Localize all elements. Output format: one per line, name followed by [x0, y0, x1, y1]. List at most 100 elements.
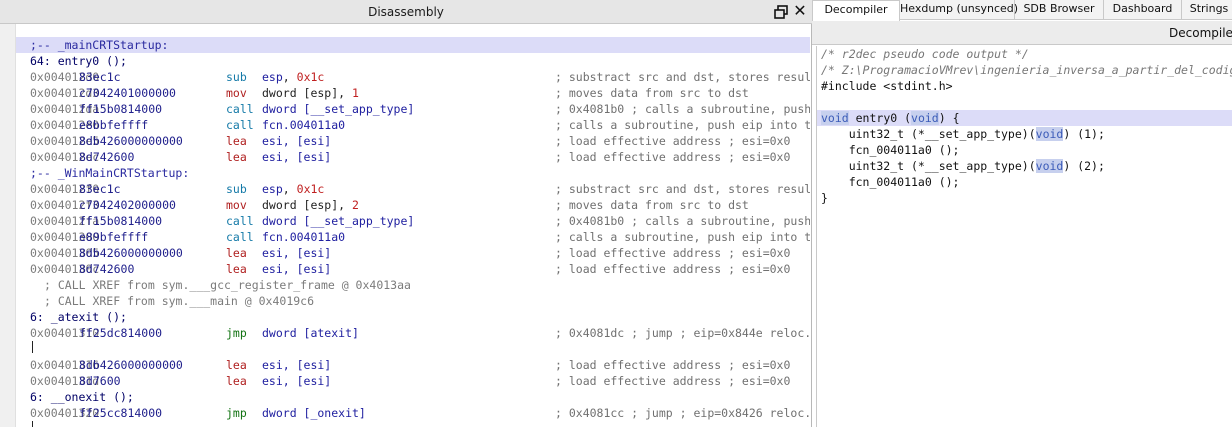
- asm-line[interactable]: 0x004012f0 83ec1c sub esp, 0x1c; substract …: [16, 181, 810, 197]
- instruction-comment: ; load effective address ; esi=0x0: [555, 262, 791, 276]
- instruction-bytes: c7042402000000: [79, 198, 176, 212]
- operand-part: dword [atexit]: [262, 326, 359, 340]
- instruction-bytes: 8d742600: [79, 150, 135, 164]
- instruction-bytes: e8bbfeffff: [79, 118, 149, 132]
- asm-line[interactable]: 0x004012d0 83ec1c sub esp, 0x1c; substract …: [16, 69, 810, 85]
- instruction-comment: ; load effective address ; esi=0x0: [555, 374, 791, 388]
- instruction-mnemonic: lea: [226, 262, 247, 276]
- operand-part: esi, [esi]: [262, 134, 332, 148]
- asm-line[interactable]: 0x004012e0 e8bbfeffff call fcn.004011a0; ca…: [16, 117, 810, 133]
- asm-line[interactable]: ; CALL XREF from sym.___main @ 0x4019c6: [16, 293, 810, 309]
- asm-line[interactable]: 0x004012ec 8d742600 lea esi, [esi]; load ef…: [16, 149, 810, 165]
- asm-line[interactable]: 0x0040131d 8d7600 lea esi, [esi]; load effe…: [16, 373, 810, 389]
- tab-hexdump[interactable]: Hexdump (unsynced): [900, 0, 1018, 20]
- instruction-comment: ; load effective address ; esi=0x0: [555, 150, 791, 164]
- asm-line[interactable]: 0x004012fa ff15b0814000 call dword [__set_a…: [16, 213, 810, 229]
- asm-line[interactable]: 0x00401310 ff25dc814000 jmp dword [atexit];…: [16, 325, 810, 341]
- operand-part: dword [esp],: [262, 198, 353, 212]
- keyword-token: void: [1035, 159, 1064, 173]
- asm-line[interactable]: 0x00401300 e89bfeffff call fcn.004011a0; ca…: [16, 229, 810, 245]
- decompiled-line[interactable]: /* Z:\ProgramacioVMrev\ingenieria_invers…: [817, 62, 1232, 78]
- code-token: fcn_004011a0 ();: [821, 175, 960, 189]
- operand-part: esp: [262, 70, 283, 84]
- decompiler-code[interactable]: /* r2dec pseudo code output */ /* Z:\Prog…: [816, 46, 1232, 427]
- asm-line[interactable]: 0x00401316 8db426000000000 lea esi, [esi]; …: [16, 357, 810, 373]
- tab-dashboard[interactable]: Dashboard: [1104, 0, 1182, 20]
- disassembly-title: Disassembly: [368, 5, 444, 19]
- text-caret: [32, 341, 33, 353]
- operand-part: 0x1c: [296, 182, 325, 196]
- asm-line[interactable]: 6: _atexit ();: [16, 309, 810, 325]
- asm-line[interactable]: 6: __onexit ();: [16, 389, 810, 405]
- decompiled-line[interactable]: #include <stdint.h>: [817, 78, 1232, 94]
- keyword-token: void: [1035, 127, 1064, 141]
- asm-line[interactable]: 0x00401320 ff25cc814000 jmp dword [_onexit]…: [16, 405, 810, 421]
- tab-strings[interactable]: Strings: [1182, 0, 1232, 20]
- dock-icon[interactable]: [773, 4, 789, 20]
- tab-sdb-browser[interactable]: SDB Browser: [1015, 0, 1104, 20]
- operand-part: ,: [282, 182, 297, 196]
- instruction-operands: esi, [esi]: [262, 149, 331, 165]
- decompiler-title: Decompiler: [1169, 26, 1232, 40]
- asm-line[interactable]: 0x00401305 8db426000000000 lea esi, [esi]; …: [16, 245, 810, 261]
- close-icon[interactable]: ✕: [791, 2, 809, 20]
- asm-line[interactable]: 0x004012da ff15b0814000 call dword [__set_a…: [16, 101, 810, 117]
- instruction-bytes: 83ec1c: [79, 182, 121, 196]
- tab-bar: Decompiler Hexdump (unsynced) SDB Browse…: [812, 0, 1232, 21]
- decompiled-line[interactable]: [817, 94, 1232, 110]
- operand-part: dword [__set_app_type]: [262, 102, 415, 116]
- instruction-operands: esp, 0x1c: [262, 181, 324, 197]
- asm-line[interactable]: ; CALL XREF from sym.___gcc_register_fra…: [16, 277, 810, 293]
- instruction-comment: ; substract src and dst, stores result: [555, 70, 810, 84]
- instruction-mnemonic: jmp: [226, 326, 247, 340]
- decompiled-line[interactable]: }: [817, 190, 1232, 206]
- instruction-comment: ; moves data from src to dst: [555, 198, 749, 212]
- decompiled-line[interactable]: fcn_004011a0 ();: [817, 174, 1232, 190]
- asm-line[interactable]: [16, 421, 810, 427]
- instruction-bytes: 8d742600: [79, 262, 135, 276]
- instruction-operands: dword [esp], 2: [262, 197, 359, 213]
- instruction-comment: ; 0x4081b0 ; calls a subroutine, push ei…: [555, 102, 810, 116]
- disassembly-panel: Disassembly ✕ ;-- _mainCRTStartup: 64: en…: [0, 0, 812, 427]
- instruction-operands: esi, [esi]: [262, 373, 331, 389]
- asm-line[interactable]: 0x004012d3 c7042401000000 mov dword [esp], …: [16, 85, 810, 101]
- instruction-comment: ; 0x4081cc ; jump ; eip=0x8426 reloc._on…: [555, 406, 810, 420]
- xref-comment: ; CALL XREF from sym.___main @ 0x4019c6: [44, 294, 315, 308]
- asm-line[interactable]: 0x0040130c 8d742600 lea esi, [esi]; load ef…: [16, 261, 810, 277]
- disassembly-listing[interactable]: ;-- _mainCRTStartup: 64: entry0 (); 0x0040…: [16, 37, 810, 427]
- keyword-token: void: [911, 111, 939, 125]
- decompiled-line[interactable]: uint32_t (*__set_app_type)(void) (2);: [817, 158, 1232, 174]
- decompiled-line[interactable]: fcn_004011a0 ();: [817, 142, 1232, 158]
- instruction-operands: fcn.004011a0: [262, 117, 345, 133]
- xref-comment: ; CALL XREF from sym.___gcc_register_fra…: [44, 278, 411, 292]
- instruction-bytes: c7042401000000: [79, 86, 176, 100]
- asm-line[interactable]: 0x004012f3 c7042402000000 mov dword [esp], …: [16, 197, 810, 213]
- decompiled-line[interactable]: void entry0 (void) {: [817, 110, 1232, 126]
- instruction-mnemonic: lea: [226, 134, 247, 148]
- instruction-bytes: 8d7600: [79, 374, 121, 388]
- asm-line[interactable]: ;-- _WinMainCRTStartup:: [16, 165, 810, 181]
- instruction-mnemonic: lea: [226, 246, 247, 260]
- instruction-mnemonic: call: [226, 230, 254, 244]
- instruction-operands: dword [_onexit]: [262, 405, 366, 421]
- instruction-operands: dword [esp], 1: [262, 85, 359, 101]
- asm-line[interactable]: ;-- _mainCRTStartup:: [16, 37, 810, 53]
- decompiled-line[interactable]: /* r2dec pseudo code output */: [817, 46, 1232, 62]
- instruction-operands: esi, [esi]: [262, 245, 331, 261]
- asm-line[interactable]: [16, 341, 810, 357]
- instruction-operands: esi, [esi]: [262, 261, 331, 277]
- instruction-mnemonic: lea: [226, 150, 247, 164]
- operand-part: 1: [352, 86, 359, 100]
- code-token: ) (2);: [1063, 159, 1105, 173]
- operand-part: dword [__set_app_type]: [262, 214, 415, 228]
- instruction-comment: ; load effective address ; esi=0x0: [555, 246, 791, 260]
- decompiled-line[interactable]: uint32_t (*__set_app_type)(void) (1);: [817, 126, 1232, 142]
- function-header: 6: _atexit ();: [30, 310, 127, 324]
- instruction-bytes: ff15b0814000: [79, 214, 163, 228]
- tab-decompiler[interactable]: Decompiler: [812, 0, 900, 21]
- instruction-operands: esi, [esi]: [262, 133, 331, 149]
- instruction-comment: ; calls a subroutine, push eip into the …: [555, 230, 810, 244]
- asm-line[interactable]: 64: entry0 ();: [16, 53, 810, 69]
- code-token: /* Z:\ProgramacioVMrev\ingenieria_invers…: [821, 63, 1232, 77]
- asm-line[interactable]: 0x004012e5 8db426000000000 lea esi, [esi]; …: [16, 133, 810, 149]
